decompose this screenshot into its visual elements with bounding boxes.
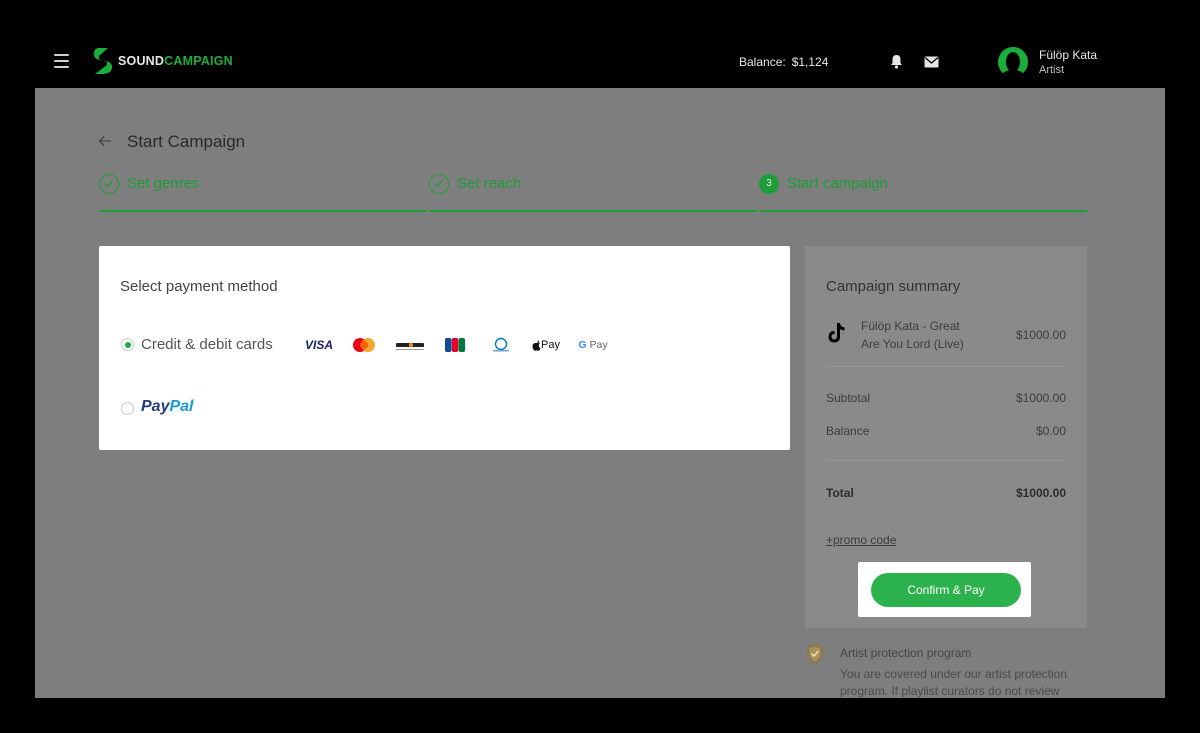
balance-value: $1,124: [791, 55, 829, 69]
track-price: $1000.00: [1015, 328, 1066, 342]
user-role: Artist: [1039, 64, 1065, 76]
header-balance: Balance: $1,124: [739, 55, 828, 69]
step-label: Set reach: [457, 175, 522, 192]
avatar-person-icon: [1001, 52, 1025, 77]
page-title: Start Campaign: [127, 132, 246, 151]
credit-card-radio[interactable]: [121, 338, 134, 351]
logo[interactable]: SOUNDCAMPAIGN: [92, 46, 233, 76]
google-pay-g: G: [578, 339, 587, 351]
promo-code-link[interactable]: +promo code: [826, 533, 896, 547]
protection-title: Artist protection program: [840, 646, 972, 660]
summary-title: Campaign summary: [826, 278, 961, 295]
paypal-text-pal: Pal: [169, 398, 194, 415]
google-pay-text: Pay: [589, 339, 608, 351]
visa-logo-icon: VISA: [304, 335, 334, 355]
jcb-logo-icon: [444, 335, 466, 355]
check-circle-icon: [429, 174, 449, 194]
back-arrow-icon[interactable]: [98, 135, 112, 147]
shield-icon: [807, 644, 823, 664]
confirm-highlight: Confirm & Pay: [858, 562, 1031, 617]
balance-row-value: $0.00: [1035, 424, 1066, 438]
check-circle-icon: [99, 174, 119, 194]
step-start-campaign[interactable]: 3 Start campaign: [759, 174, 1087, 212]
paypal-logo[interactable]: PayPal: [141, 398, 193, 416]
mail-icon[interactable]: [924, 56, 939, 68]
step-label: Start campaign: [787, 175, 888, 192]
paypal-text-pay: Pay: [141, 398, 170, 415]
bell-icon[interactable]: [889, 54, 904, 69]
google-pay-logo-icon: G Pay: [577, 335, 609, 355]
paypal-radio[interactable]: [121, 402, 134, 415]
avatar[interactable]: [998, 47, 1028, 77]
apple-pay-text: Pay: [541, 339, 560, 351]
diners-club-logo-icon: [489, 335, 513, 355]
step-label: Set genres: [127, 175, 200, 192]
tiktok-icon: [828, 323, 845, 343]
balance-row-label: Balance: [826, 424, 870, 438]
hamburger-menu-icon[interactable]: [54, 54, 69, 68]
logo-text-sound: SOUND: [118, 54, 165, 68]
subtotal-label: Subtotal: [826, 391, 871, 405]
step-set-genres[interactable]: Set genres: [99, 174, 427, 212]
logo-text-campaign: CAMPAIGN: [164, 54, 233, 68]
step-number-badge: 3: [759, 174, 779, 194]
visa-logo-text: VISA: [304, 338, 333, 352]
payment-method-card: Select payment method Credit & debit car…: [99, 246, 790, 450]
credit-card-label[interactable]: Credit & debit cards: [141, 336, 273, 353]
mastercard-logo-icon: [351, 335, 377, 355]
divider: [826, 366, 1066, 367]
balance-label: Balance:: [739, 55, 786, 69]
main-content: Start Campaign Set genres Set reach 3 St…: [35, 88, 1165, 698]
discover-logo-icon: [394, 335, 426, 355]
protection-text: You are covered under our artist protect…: [840, 667, 1068, 698]
subtotal-value: $1000.00: [1015, 391, 1066, 405]
logo-mark-icon: [94, 48, 112, 74]
divider: [826, 460, 1066, 461]
top-bar: SOUNDCAMPAIGN Balance: $1,124 Fülöp Kata …: [0, 0, 1200, 88]
total-value: $1000.00: [1015, 486, 1066, 500]
confirm-pay-button[interactable]: Confirm & Pay: [871, 573, 1021, 607]
apple-pay-logo-icon: Pay: [531, 335, 561, 355]
track-name: Fülöp Kata - Great Are You Lord (Live): [861, 319, 964, 351]
step-set-reach[interactable]: Set reach: [429, 174, 757, 212]
total-label: Total: [826, 486, 854, 500]
payment-title: Select payment method: [120, 278, 278, 295]
user-name: Fülöp Kata: [1039, 48, 1098, 62]
